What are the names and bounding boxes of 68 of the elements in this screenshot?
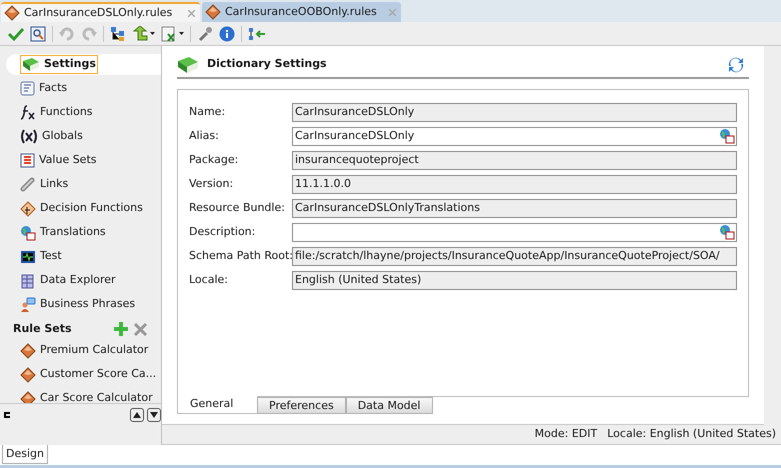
mode-status: Mode: EDIT	[534, 426, 598, 442]
field-label: Name:	[189, 104, 226, 120]
check-icon[interactable]	[8, 26, 24, 40]
list-icon	[20, 153, 35, 168]
editor-tab[interactable]: CarInsuranceOOBOnly.rules	[202, 2, 401, 22]
sidebar-item[interactable]: Decision Functions	[20, 200, 143, 217]
magnifier-icon[interactable]	[30, 26, 46, 42]
database-icon	[20, 272, 36, 288]
field-label: Alias:	[189, 128, 220, 144]
book-icon	[22, 57, 40, 72]
rule-set-item[interactable]: Customer Score Ca...	[0, 364, 161, 385]
info-icon[interactable]	[219, 26, 235, 42]
panel-title: Dictionary Settings	[207, 56, 327, 72]
text-field[interactable]: CarInsuranceDSLOnly	[292, 126, 737, 146]
sidebar-item[interactable]: Facts	[20, 80, 68, 97]
sidebar-item[interactable]: Globals	[20, 128, 83, 145]
sidebar-item[interactable]: Value Sets	[20, 152, 96, 169]
sidebar-item[interactable]: Links	[20, 176, 68, 193]
dropdown-caret-icon[interactable]	[150, 32, 155, 35]
text-field[interactable]	[292, 222, 737, 242]
diamond-icon	[20, 342, 36, 358]
dropdown-caret-icon[interactable]	[179, 32, 184, 35]
translate-icon[interactable]	[719, 128, 735, 144]
translate-icon[interactable]	[719, 224, 735, 240]
collapse-icon[interactable]	[4, 412, 10, 418]
fx-icon	[20, 105, 36, 120]
scroll-up-button[interactable]	[130, 408, 144, 422]
rule-set-item[interactable]: Car Score Calculator	[0, 388, 161, 403]
editor-tab[interactable]: CarInsuranceDSLOnly.rules	[1, 2, 200, 22]
sidebar-item[interactable]: Translations	[20, 224, 106, 241]
sidebar-item[interactable]: Data Explorer	[20, 272, 116, 289]
field-label: Resource Bundle:	[189, 200, 286, 216]
field-label: Description:	[189, 224, 256, 240]
tab[interactable]: General	[177, 396, 257, 414]
add-icon[interactable]	[114, 322, 128, 336]
sidebar-item[interactable]: Functions	[20, 104, 93, 121]
tab[interactable]: Data Model	[346, 397, 432, 414]
down-arrow-icon	[150, 412, 158, 418]
rule-set-item[interactable]: Premium Calculator	[0, 340, 161, 361]
tree-icon[interactable]	[110, 26, 126, 42]
field-label: Schema Path Root:	[189, 248, 292, 264]
sidebar-item[interactable]: Business Phrases	[20, 296, 136, 313]
scroll-down-button[interactable]	[147, 408, 161, 422]
spreadsheet-icon[interactable]	[161, 26, 177, 42]
delete-icon[interactable]	[134, 322, 147, 336]
locale-status: Locale: English (United States)	[607, 426, 776, 442]
diamond-icon	[20, 390, 36, 403]
refresh-icon[interactable]	[728, 56, 744, 72]
document-icon	[20, 81, 35, 96]
design-tab[interactable]: Design	[2, 445, 48, 464]
sidebar-item[interactable]: Test	[20, 248, 62, 265]
link-arrow-icon[interactable]	[248, 26, 266, 42]
person-speech-icon	[20, 296, 36, 312]
field-label: Package:	[189, 152, 240, 168]
chain-link-icon	[20, 177, 36, 192]
diamond-icon	[4, 5, 20, 21]
parenthesized-x-icon	[20, 129, 38, 144]
tab[interactable]: Preferences	[257, 397, 346, 414]
sidebar-item[interactable]: Settings	[20, 55, 98, 74]
section-heading: Rule Sets	[13, 320, 72, 337]
up-arrow-icon[interactable]	[132, 26, 148, 42]
book-icon	[177, 56, 199, 74]
diamond-icon	[205, 4, 221, 20]
monitor-icon	[20, 250, 36, 264]
field-label: Version:	[189, 176, 234, 192]
up-arrow-icon	[133, 412, 141, 418]
diamond-icon	[20, 366, 36, 382]
field-label: Locale:	[189, 272, 229, 288]
